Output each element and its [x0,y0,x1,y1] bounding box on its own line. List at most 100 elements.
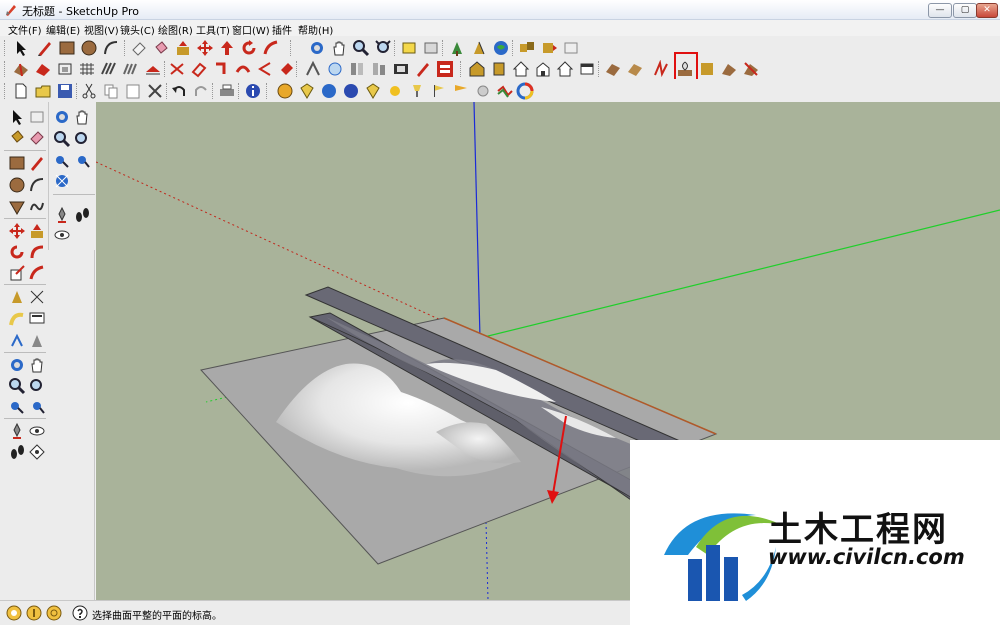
protractor-icon[interactable] [326,60,344,78]
circle-icon[interactable] [8,176,26,194]
soften-icon[interactable] [496,82,514,100]
move-icon[interactable] [196,39,214,57]
zoom-icon[interactable] [352,39,370,57]
drape-icon[interactable] [100,60,118,78]
zoom-all-icon[interactable] [53,172,71,190]
toolbar-grip[interactable] [460,61,462,77]
menu-draw[interactable]: 绘图(R) [158,22,193,37]
walk-icon[interactable] [8,443,26,461]
lamp-icon[interactable] [408,82,426,100]
menu-view[interactable]: 视图(V) [84,22,119,37]
tag-icon[interactable] [364,82,382,100]
shadow-icon[interactable] [474,82,492,100]
look-around-icon[interactable] [28,422,46,440]
toolbar-grip[interactable] [394,40,396,56]
axes-icon[interactable] [370,60,388,78]
minimize-button[interactable]: — [928,3,952,18]
credits-status-icon[interactable] [26,605,42,621]
orbit-icon[interactable] [308,39,326,57]
contour-icon[interactable] [652,60,670,78]
rectangle-icon[interactable] [58,39,76,57]
section-display-icon[interactable] [422,39,440,57]
undo-icon[interactable] [170,82,188,100]
paint-bucket-icon[interactable] [152,39,170,57]
menu-tools[interactable]: 工具(T) [196,22,230,37]
toolbar-grip[interactable] [164,61,166,77]
scale-icon[interactable] [262,39,280,57]
texture-2-icon[interactable] [626,60,644,78]
protractor-icon[interactable] [8,310,26,328]
select-icon[interactable] [8,108,26,126]
menu-file[interactable]: 文件(F) [8,22,42,37]
zoom-extents-icon[interactable] [8,398,26,416]
orbit-icon[interactable] [8,356,26,374]
print-icon[interactable] [218,82,236,100]
eraser-icon[interactable] [130,39,148,57]
toolbar-grip[interactable] [124,40,126,56]
component-make-icon[interactable] [28,108,46,126]
menu-window[interactable]: 窗口(W) [232,22,270,37]
su-app-icon[interactable] [436,60,454,78]
push-pull-red-icon[interactable] [218,39,236,57]
3d-text-icon[interactable] [28,332,46,350]
walk-icon[interactable] [448,39,466,57]
dimension-icon[interactable] [304,60,322,78]
intersect-icon[interactable] [256,60,274,78]
house-right-icon[interactable] [534,60,552,78]
outer-shell-icon[interactable] [278,60,296,78]
materials-icon[interactable] [276,82,294,100]
sun-icon[interactable] [386,82,404,100]
color-wheel-icon[interactable] [516,82,534,100]
terrain-icon[interactable] [720,60,738,78]
house-back-icon[interactable] [556,60,574,78]
freehand-icon[interactable] [28,198,46,216]
push-pull-icon[interactable] [28,222,46,240]
rectangle-icon[interactable] [8,154,26,172]
grid-icon[interactable] [698,60,716,78]
paint-bucket-icon[interactable] [8,128,26,146]
cut-red-icon[interactable] [168,60,186,78]
arc-icon[interactable] [28,176,46,194]
delete-icon[interactable] [146,82,164,100]
sandbox-from-scratch-icon[interactable] [34,60,52,78]
axes-icon[interactable] [8,332,26,350]
house-front-icon[interactable] [512,60,530,78]
move-icon[interactable] [8,222,26,240]
close-button[interactable]: ✕ [976,3,998,18]
offset-icon[interactable] [28,264,46,282]
toolbar-grip[interactable] [4,83,6,99]
flip-edge-icon[interactable] [144,60,162,78]
arc-icon[interactable] [102,39,120,57]
model-info-icon[interactable] [244,82,262,100]
pencil-icon[interactable] [28,154,46,172]
position-camera-icon[interactable] [8,422,26,440]
geo-location-icon[interactable] [492,39,510,57]
push-pull-icon[interactable] [174,39,192,57]
texture-icon[interactable] [604,60,622,78]
pan-icon[interactable] [28,356,46,374]
zoom-window-icon[interactable] [28,377,46,395]
select-icon[interactable] [12,39,30,57]
3d-text-icon[interactable] [392,60,410,78]
component-icon[interactable] [518,39,536,57]
copy-icon[interactable] [102,82,120,100]
sandbox-from-contours-icon[interactable] [12,60,30,78]
zoom-extents-icon[interactable] [374,39,392,57]
flag-icon[interactable] [430,82,448,100]
previous-view-icon[interactable] [73,152,91,170]
share-model-icon[interactable] [562,39,580,57]
follow-me-icon[interactable] [234,60,252,78]
tape-measure-icon[interactable] [8,288,26,306]
toolbar-grip[interactable] [266,83,268,99]
rotate-icon[interactable] [240,39,258,57]
toolbar-grip[interactable] [4,40,6,56]
maximize-button[interactable]: ▢ [953,3,977,18]
toolbar-grip[interactable] [296,61,298,77]
geo-status-icon[interactable] [6,605,22,621]
section-plane-icon[interactable] [400,39,418,57]
stamp-icon[interactable] [78,60,96,78]
polygon-icon[interactable] [8,198,26,216]
zoom-extents-icon[interactable] [53,152,71,170]
shape-red-icon[interactable] [190,60,208,78]
house-top-icon[interactable] [490,60,508,78]
